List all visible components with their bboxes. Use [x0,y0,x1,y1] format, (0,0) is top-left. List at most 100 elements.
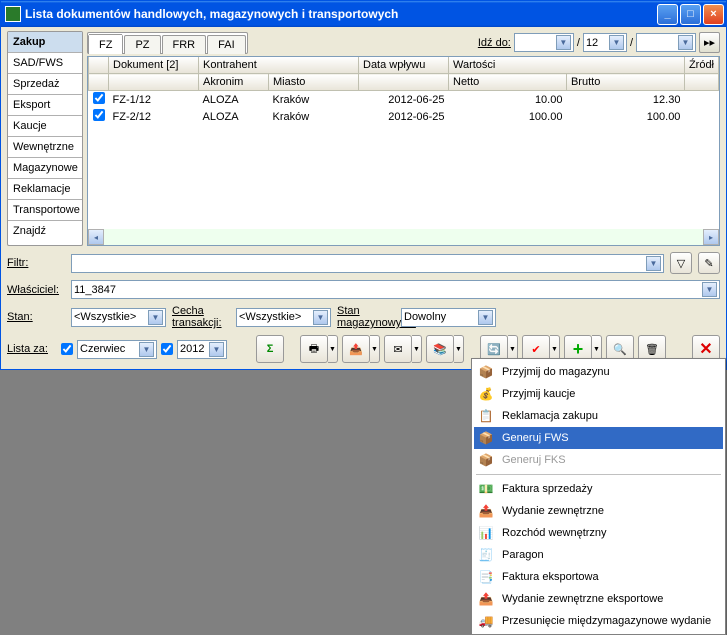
maximize-button[interactable]: □ [680,4,701,25]
stanmag-select[interactable]: Dowolny▼ [401,308,496,327]
sidebar-item-zakup[interactable]: Zakup [8,32,82,53]
year-select[interactable]: 2012▼ [177,340,227,359]
print-dropdown[interactable]: ▼ [328,335,338,363]
month-select[interactable]: Czerwiec ▼ [77,340,157,359]
row-checkbox[interactable] [93,109,105,121]
menu-label: Reklamacja zakupu [502,410,598,422]
menu-przesuniecie[interactable]: 🚚Przesunięcie międzymagazynowe wydanie [474,610,723,632]
col-kontrahent[interactable]: Kontrahent [199,57,359,74]
go-end-button[interactable]: ▸▸ [699,32,720,53]
chevron-down-icon: ▼ [646,256,661,271]
menu-przyjmij-magazyn[interactable]: 📦Przyjmij do magazynu [474,361,723,383]
book-button[interactable]: 📚 [426,335,454,363]
sidebar-item-eksport[interactable]: Eksport [8,95,82,116]
chevron-down-icon: ▼ [139,342,154,357]
scroll-left-button[interactable]: ◂ [88,229,104,245]
col-data[interactable]: Data wpływu [359,57,449,74]
chevron-down-icon: ▼ [702,282,717,297]
sidebar-item-znajdz[interactable]: Znajdź [8,221,82,241]
tab-pz[interactable]: PZ [124,35,160,54]
sidebar-item-label: Reklamacje [13,183,70,195]
stan-select[interactable]: <Wszystkie>▼ [71,308,166,327]
col-akronim[interactable]: Akronim [199,74,269,91]
close-button[interactable]: × [703,4,724,25]
mail-button[interactable]: ✉ [384,335,412,363]
chevron-down-icon: ▼ [209,342,224,357]
print-button[interactable]: 🖶 [300,335,328,363]
year-checkbox[interactable] [161,343,173,355]
idz-field-3[interactable]: ▼ [636,33,696,52]
menu-label: Wydanie zewnętrzne eksportowe [502,593,663,605]
export-button[interactable]: 📤 [342,335,370,363]
row-checkbox[interactable] [93,92,105,104]
col-zrodl[interactable]: Źródł [684,57,718,74]
sidebar-item-label: Sprzedaż [13,78,59,90]
cell-doc: FZ-1/12 [109,91,199,109]
sigma-icon: Σ [267,343,274,355]
tab-frr[interactable]: FRR [162,35,207,54]
h-scrollbar[interactable]: ◂ ▸ [88,229,719,245]
cell-netto: 10.00 [449,91,567,109]
wlasciciel-input[interactable]: 11_3847 ▼ [71,280,720,299]
month-value: Czerwiec [80,343,125,355]
cecha-select[interactable]: <Wszystkie>▼ [236,308,331,327]
menu-paragon[interactable]: 🧾Paragon [474,544,723,566]
menu-faktura-sprzedazy[interactable]: 💵Faktura sprzedaży [474,478,723,500]
col-doc[interactable]: Dokument [2] [109,57,199,74]
filtr-input[interactable]: ▼ [71,254,664,273]
sidebar-item-kaucje[interactable]: Kaucje [8,116,82,137]
idz-val: 12 [586,37,598,49]
sidebar-item-magazynowe[interactable]: Magazynowe [8,158,82,179]
menu-wydanie-zewn[interactable]: 📤Wydanie zewnętrzne [474,500,723,522]
menu-przyjmij-kaucje[interactable]: 💰Przyjmij kaucje [474,383,723,405]
menu-faktura-eksport[interactable]: 📑Faktura eksportowa [474,566,723,588]
table-row[interactable]: FZ-1/12 ALOZA Kraków 2012-06-25 10.00 12… [89,91,719,109]
sidebar-item-label: Znajdź [13,225,46,237]
scroll-right-button[interactable]: ▸ [703,229,719,245]
sum-button[interactable]: Σ [256,335,284,363]
menu-label: Faktura eksportowa [502,571,599,583]
sidebar-item-transportowe[interactable]: Transportowe [8,200,82,221]
idz-field-1[interactable]: ▼ [514,33,574,52]
minimize-button[interactable]: _ [657,4,678,25]
sidebar-item-label: Kaucje [13,120,47,132]
table-row[interactable]: FZ-2/12 ALOZA Kraków 2012-06-25 100.00 1… [89,108,719,125]
tab-fz[interactable]: FZ [88,34,123,54]
menu-label: Generuj FWS [502,432,569,444]
sidebar-item-sadfws[interactable]: SAD/FWS [8,53,82,74]
col-wartosci[interactable]: Wartości [449,57,685,74]
chevron-down-icon: ▼ [609,35,624,50]
funnel-icon: ▽ [677,257,685,270]
col-brutto[interactable]: Brutto [566,74,684,91]
sidebar-item-label: Eksport [13,99,50,111]
col-check[interactable] [89,57,109,74]
tab-fai[interactable]: FAI [207,35,246,54]
sidebar-item-reklamacje[interactable]: Reklamacje [8,179,82,200]
trash-icon: 🗑 [645,343,659,356]
sidebar-item-sprzedaz[interactable]: Sprzedaż [8,74,82,95]
sidebar-item-wewnetrzne[interactable]: Wewnętrzne [8,137,82,158]
export-dropdown[interactable]: ▼ [370,335,380,363]
warehouse-icon: 📦 [478,364,494,380]
book-dropdown[interactable]: ▼ [454,335,464,363]
col-miasto[interactable]: Miasto [269,74,359,91]
mail-dropdown[interactable]: ▼ [412,335,422,363]
funnel-button[interactable]: ▽ [670,252,692,274]
menu-wydanie-eksport[interactable]: 📤Wydanie zewnętrzne eksportowe [474,588,723,610]
search-icon: 🔍 [613,343,627,356]
menu-label: Generuj FKS [502,454,566,466]
menu-label: Faktura sprzedaży [502,483,592,495]
wlasciciel-value: 11_3847 [74,284,116,296]
month-checkbox[interactable] [61,343,73,355]
plus-icon: + [573,339,584,360]
menu-rozchod[interactable]: 📊Rozchód wewnętrzny [474,522,723,544]
filter-settings-button[interactable]: ✎ [698,252,720,274]
menu-reklamacja[interactable]: 📋Reklamacja zakupu [474,405,723,427]
col-netto[interactable]: Netto [449,74,567,91]
chevron-down-icon: ▼ [678,35,693,50]
idz-field-2[interactable]: 12 ▼ [583,33,627,52]
window: Lista dokumentów handlowych, magazynowyc… [0,0,727,370]
menu-generuj-fws[interactable]: 📦Generuj FWS [474,427,723,449]
generate-icon: 📦 [478,452,494,468]
chevron-down-icon: ▼ [478,310,493,325]
